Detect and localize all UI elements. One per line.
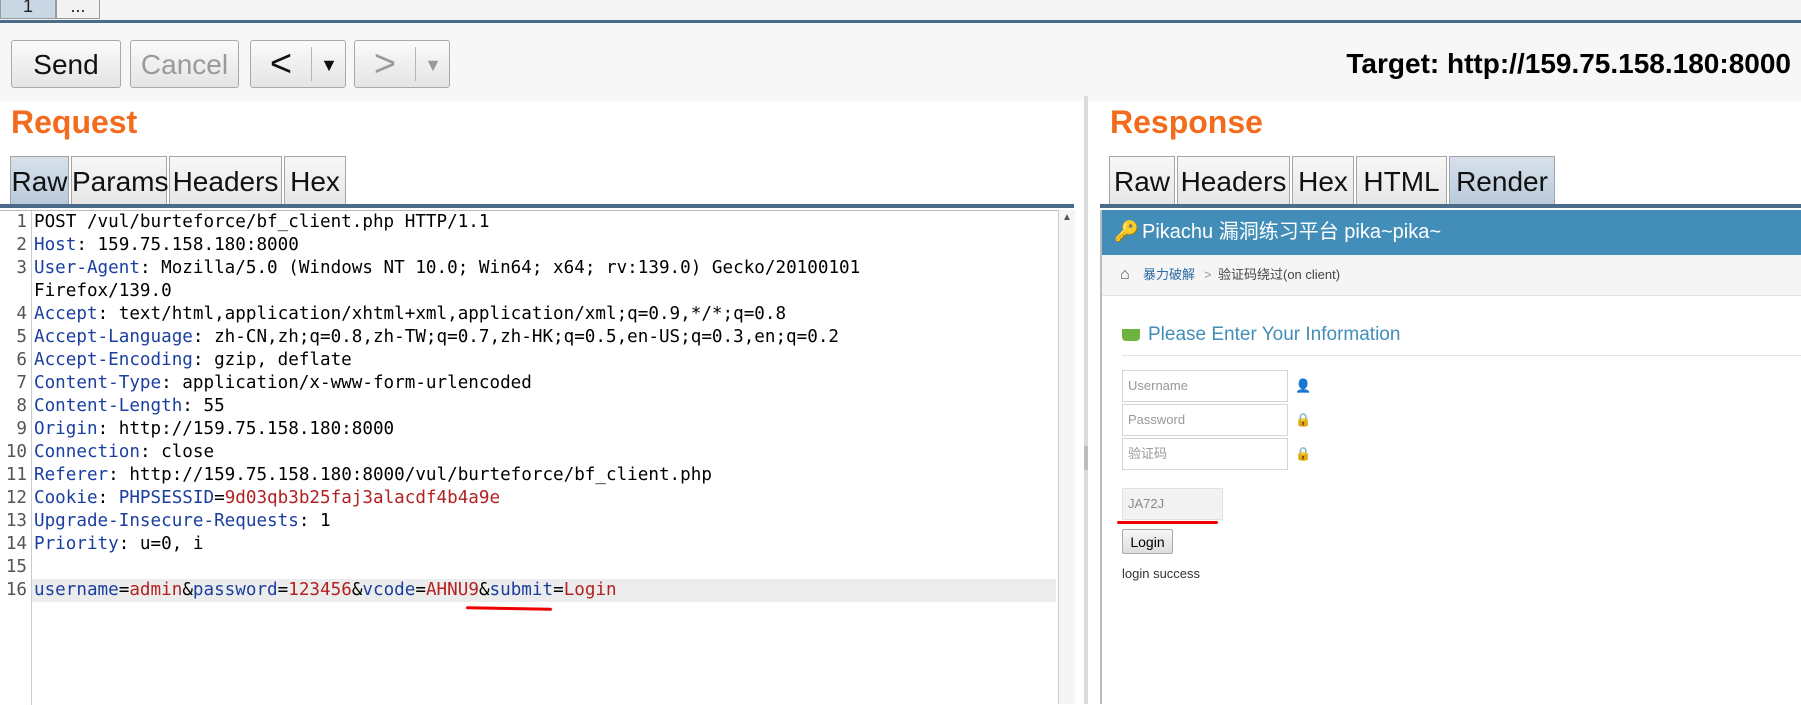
lock-icon: 🔒 — [1295, 412, 1312, 427]
request-scrollbar[interactable]: ▲ — [1058, 210, 1075, 704]
dropdown-arrow-icon[interactable]: ▼ — [417, 41, 449, 89]
vcode-value: AHNU9 — [425, 580, 479, 600]
key-icon: 🔑 — [1114, 221, 1139, 243]
scroll-up-icon[interactable]: ▲ — [1062, 212, 1072, 223]
back-button[interactable]: < ▼ — [250, 40, 346, 88]
tab-headers[interactable]: Headers — [169, 156, 282, 206]
request-editor[interactable]: 1 POST /vul/burteforce/bf_client.php HTTP… — [0, 210, 1060, 705]
request-title: Request — [11, 104, 138, 140]
chevron-left-icon: < — [269, 43, 293, 85]
home-icon: ⌂ — [1120, 266, 1130, 283]
breadcrumb: ⌂ 暴力破解 > 验证码绕过(on client) — [1102, 255, 1801, 296]
forward-button[interactable]: > ▼ — [354, 40, 450, 88]
vcode-input[interactable]: 验证码 — [1122, 438, 1288, 470]
repeater-tab-more[interactable]: ... — [56, 0, 100, 19]
password-input[interactable]: Password — [1122, 404, 1288, 436]
tab-params[interactable]: Params — [71, 156, 168, 206]
breadcrumb-current: 验证码绕过(on client) — [1218, 267, 1341, 282]
dropdown-arrow-icon[interactable]: ▼ — [313, 41, 345, 89]
tab-hex[interactable]: Hex — [284, 156, 346, 206]
divider-grip[interactable] — [1084, 446, 1088, 470]
top-tab-strip: 1 ... — [0, 0, 1801, 23]
send-button[interactable]: Send — [11, 40, 121, 88]
user-icon: 👤 — [1295, 378, 1312, 393]
response-tab-rule — [1100, 204, 1801, 208]
lock-icon: 🔒 — [1295, 446, 1312, 461]
target-label[interactable]: Target: http://159.75.158.180:8000 — [1346, 48, 1791, 80]
pane-divider[interactable] — [1084, 96, 1088, 704]
tab-render[interactable]: Render — [1449, 156, 1555, 206]
login-button[interactable]: Login — [1122, 529, 1173, 554]
pikachu-header: 🔑 Pikachu 漏洞练习平台 pika~pika~ — [1102, 210, 1801, 255]
breadcrumb-link[interactable]: 暴力破解 — [1143, 255, 1195, 295]
username-input[interactable]: Username — [1122, 370, 1288, 402]
captcha-red-underline — [1117, 521, 1218, 524]
breadcrumb-separator: > — [1204, 267, 1212, 282]
repeater-tab-1[interactable]: 1 — [0, 0, 56, 19]
info-divider — [1122, 355, 1801, 356]
tab-html[interactable]: HTML — [1356, 156, 1447, 206]
tab-raw[interactable]: Raw — [1109, 156, 1175, 206]
coffee-icon — [1122, 328, 1140, 341]
rendered-response: 🔑 Pikachu 漏洞练习平台 pika~pika~ ⌂ 暴力破解 > 验证码… — [1100, 210, 1801, 704]
button-separator — [311, 47, 312, 81]
login-status-message: login success — [1122, 566, 1201, 581]
response-title: Response — [1110, 104, 1263, 140]
tab-headers[interactable]: Headers — [1177, 156, 1290, 206]
chevron-right-icon: > — [373, 43, 397, 85]
button-separator — [415, 47, 416, 81]
toolbar: Send Cancel < ▼ > ▼ Target: http://159.7… — [0, 23, 1801, 101]
pikachu-title[interactable]: Pikachu 漏洞练习平台 pika~pika~ — [1142, 210, 1441, 255]
request-tab-rule — [0, 204, 1074, 208]
tab-hex[interactable]: Hex — [1292, 156, 1354, 206]
info-heading: Please Enter Your Information — [1122, 324, 1400, 346]
cancel-button[interactable]: Cancel — [130, 40, 239, 88]
captcha-image[interactable]: JA72J — [1122, 488, 1223, 520]
vcode-red-underline — [465, 606, 553, 611]
tab-raw[interactable]: Raw — [10, 156, 69, 206]
